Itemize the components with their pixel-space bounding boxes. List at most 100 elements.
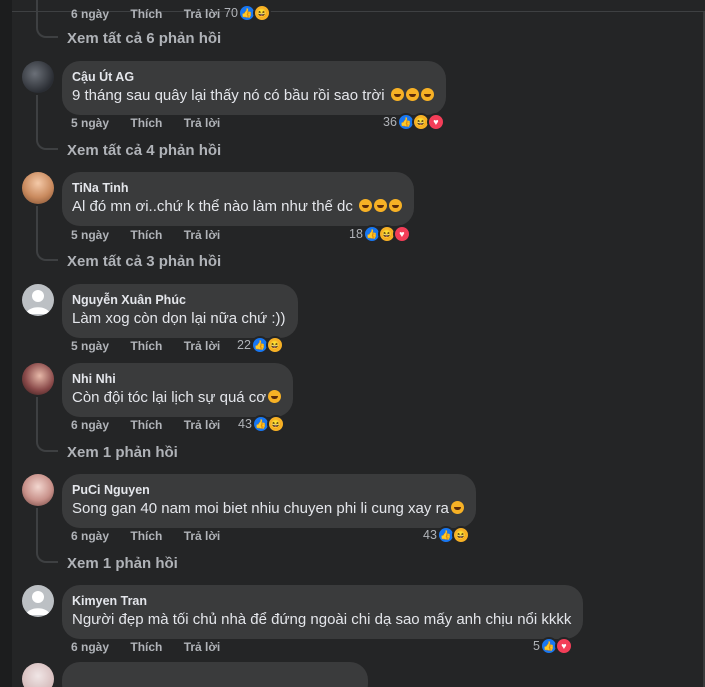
reaction-count: 18 [349, 227, 363, 241]
comment-author[interactable]: Nguyễn Xuân Phúc [72, 292, 286, 308]
reply-link[interactable]: Trả lời [184, 116, 221, 130]
comment-actions: 6 ngày Thích Trả lời [71, 640, 238, 654]
rofl-icon [390, 88, 404, 101]
comment-text: Làm xog còn dọn lại nữa chứ :)) [72, 310, 286, 327]
thread-elbow [36, 26, 58, 38]
reaction-count: 70 [224, 6, 238, 20]
comment-time: 6 ngày [71, 640, 110, 654]
reaction-summary[interactable]: 70 👍 😆 [224, 4, 271, 22]
comment-text: Al đó mn ơi..chứ k thể nào làm như thế d… [72, 197, 403, 217]
reaction-count: 43 [238, 417, 252, 431]
rofl-icon [374, 199, 388, 212]
reply-link[interactable]: Trả lời [184, 339, 221, 353]
comment-actions: 6 ngày Thích Trả lời [71, 529, 238, 543]
comment-time: 5 ngày [71, 228, 110, 242]
like-link[interactable]: Thích [130, 418, 162, 432]
comment-text: 9 tháng sau quây lại thấy nó có bầu rồi … [72, 86, 434, 106]
comment-actions: 5 ngày Thích Trả lời [71, 116, 238, 130]
comment-body: Song gan 40 nam moi biet nhiu chuyen phi… [72, 500, 449, 517]
comment-author[interactable]: Kimyen Tran [72, 593, 571, 609]
comment-actions: 5 ngày Thích Trả lời [71, 339, 238, 353]
comment-bubble: Nhi Nhi Còn đội tóc lại lịch sự quá cơ [62, 363, 294, 417]
comment-author[interactable]: Nhi Nhi [72, 371, 281, 387]
reaction-summary[interactable]: 22 👍 😆 [237, 336, 284, 354]
haha-reaction-icon: 😆 [266, 415, 285, 433]
thread-elbow [36, 551, 58, 563]
haha-reaction-icon: 😆 [252, 4, 271, 22]
thread-elbow [36, 440, 58, 452]
thread-line [36, 0, 38, 26]
comment-bubble: Cậu Út AG 9 tháng sau quây lại thấy nó c… [62, 61, 446, 115]
love-reaction-icon: ♥ [392, 225, 411, 243]
like-link[interactable]: Thích [130, 529, 162, 543]
avatar[interactable] [22, 474, 54, 506]
thread-elbow [36, 138, 58, 150]
comment-author[interactable]: TiNa Tinh [72, 180, 402, 196]
like-link[interactable]: Thích [130, 339, 162, 353]
comment-bubble: TiNa Tinh Al đó mn ơi..chứ k thể nào làm… [62, 172, 415, 226]
reaction-count: 22 [237, 338, 251, 352]
comment-author[interactable]: PuCi Nguyen [72, 482, 464, 498]
comment-actions-partial: 6 ngày Thích Trả lời [71, 7, 238, 21]
reaction-summary[interactable]: 36 👍 😆 ♥ [383, 113, 445, 131]
reaction-summary[interactable]: 5 👍 ♥ [533, 637, 573, 655]
thread-line [36, 397, 38, 440]
avatar[interactable] [22, 663, 54, 687]
reply-link[interactable]: Trả lời [184, 418, 221, 432]
thread-line [36, 95, 38, 138]
comment-time: 6 ngày [71, 418, 110, 432]
default-avatar-icon [26, 290, 50, 314]
avatar[interactable] [22, 284, 54, 316]
reply-link[interactable]: Trả lời [184, 7, 221, 21]
reaction-summary[interactable]: 43 👍 😆 [238, 415, 285, 433]
avatar[interactable] [22, 172, 54, 204]
thread-line [36, 206, 38, 249]
thinking-icon [450, 501, 464, 514]
comment-bubble-partial [62, 662, 368, 687]
like-link[interactable]: Thích [130, 640, 162, 654]
reaction-count: 43 [423, 528, 437, 542]
haha-reaction-icon: 😆 [451, 526, 470, 544]
view-replies-link[interactable]: Xem tất cả 3 phản hồi [67, 253, 221, 270]
thread-elbow [36, 249, 58, 261]
like-link[interactable]: Thích [130, 7, 162, 21]
comment-text: Người đẹp mà tối chủ nhà để đứng ngoài c… [72, 611, 572, 628]
comment-text: Còn đội tóc lại lịch sự quá cơ [72, 388, 282, 408]
view-replies-link[interactable]: Xem tất cả 6 phản hồi [67, 30, 221, 47]
rofl-icon [389, 199, 403, 212]
comment-bubble: PuCi Nguyen Song gan 40 nam moi biet nhi… [62, 474, 476, 528]
comment-time: 6 ngày [71, 7, 110, 21]
like-link[interactable]: Thích [130, 228, 162, 242]
comment-author[interactable]: Cậu Út AG [72, 69, 434, 85]
reaction-summary[interactable]: 18 👍 😆 ♥ [349, 225, 411, 243]
reaction-count: 36 [383, 115, 397, 129]
comment-actions: 5 ngày Thích Trả lời [71, 228, 238, 242]
reply-link[interactable]: Trả lời [184, 640, 221, 654]
rofl-icon [405, 88, 419, 101]
comment-bubble: Kimyen Tran Người đẹp mà tối chủ nhà để … [62, 585, 584, 639]
like-link[interactable]: Thích [130, 116, 162, 130]
haha-reaction-icon: 😆 [265, 336, 284, 354]
comment-text: Song gan 40 nam moi biet nhiu chuyen phi… [72, 499, 464, 519]
reply-link[interactable]: Trả lời [184, 228, 221, 242]
comment-body: Còn đội tóc lại lịch sự quá cơ [72, 389, 267, 406]
avatar[interactable] [22, 61, 54, 93]
rofl-icon [420, 88, 434, 101]
relieved-icon [268, 390, 282, 403]
comment-actions: 6 ngày Thích Trả lời [71, 418, 238, 432]
view-replies-link[interactable]: Xem 1 phản hồi [67, 555, 178, 572]
view-replies-link[interactable]: Xem 1 phản hồi [67, 444, 178, 461]
rofl-icon [359, 199, 373, 212]
love-reaction-icon: ♥ [426, 113, 445, 131]
avatar[interactable] [22, 363, 54, 395]
left-border [0, 0, 12, 687]
avatar[interactable] [22, 585, 54, 617]
comment-body: Al đó mn ơi..chứ k thể nào làm như thế d… [72, 198, 353, 215]
reply-link[interactable]: Trả lời [184, 529, 221, 543]
reaction-count: 5 [533, 639, 540, 653]
view-replies-link[interactable]: Xem tất cả 4 phản hồi [67, 142, 221, 159]
reaction-summary[interactable]: 43 👍 😆 [423, 526, 470, 544]
thread-line [36, 508, 38, 551]
comment-body: 9 tháng sau quây lại thấy nó có bầu rồi … [72, 87, 385, 104]
comment-bubble: Nguyễn Xuân Phúc Làm xog còn dọn lại nữa… [62, 284, 298, 338]
